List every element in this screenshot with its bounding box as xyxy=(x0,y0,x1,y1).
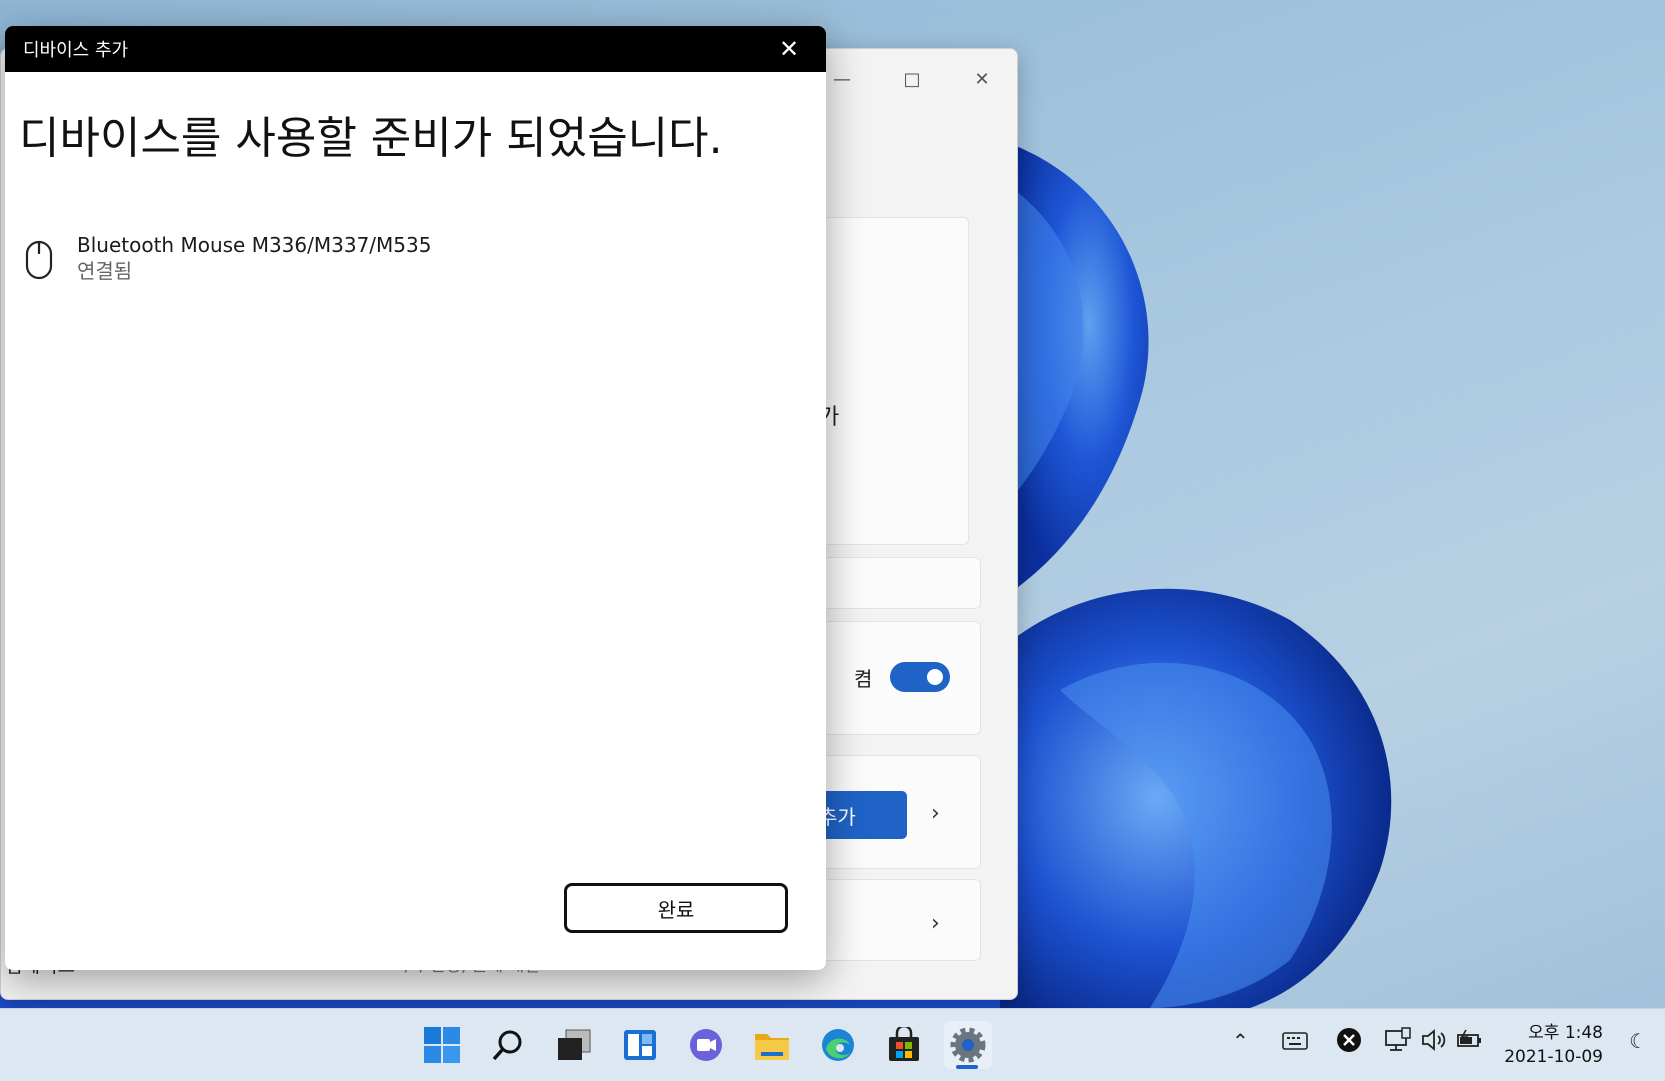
chevron-right-icon[interactable]: › xyxy=(931,911,940,936)
dialog-title: 디바이스 추가 xyxy=(23,40,129,61)
chevron-right-icon[interactable]: › xyxy=(931,801,940,826)
taskbar-clock[interactable]: 오후 1:48 2021-10-09 xyxy=(1504,1021,1603,1069)
file-explorer-icon[interactable] xyxy=(748,1021,796,1069)
add-device-dialog: 디바이스 추가 ✕ 디바이스를 사용할 준비가 되었습니다. Bluetooth… xyxy=(5,26,826,970)
maximize-icon[interactable]: □ xyxy=(877,61,947,97)
chat-icon[interactable] xyxy=(682,1021,730,1069)
bluetooth-toggle-label: 켬 xyxy=(854,667,873,691)
window-controls: — □ ✕ xyxy=(807,61,1017,97)
battery-icon[interactable] xyxy=(1456,1027,1484,1058)
network-icon[interactable] xyxy=(1384,1027,1412,1058)
widgets-icon[interactable] xyxy=(616,1021,664,1069)
clock-time: 오후 1:48 xyxy=(1528,1023,1603,1043)
device-status: 연결됨 xyxy=(77,259,133,283)
dialog-heading: 디바이스를 사용할 준비가 되었습니다. xyxy=(19,113,723,164)
focus-assist-moon-icon[interactable]: ☾ xyxy=(1629,1029,1647,1053)
keyboard-icon[interactable] xyxy=(1282,1031,1308,1055)
device-list-item[interactable]: Bluetooth Mouse M336/M337/M535 연결됨 xyxy=(25,232,431,284)
close-icon[interactable]: ✕ xyxy=(947,61,1017,97)
bluetooth-toggle[interactable] xyxy=(890,662,950,692)
close-icon[interactable]: ✕ xyxy=(774,34,804,64)
store-icon[interactable] xyxy=(880,1021,928,1069)
volume-icon[interactable] xyxy=(1420,1027,1448,1058)
clock-date: 2021-10-09 xyxy=(1504,1047,1603,1067)
done-button[interactable]: 완료 xyxy=(564,883,788,933)
edge-icon[interactable] xyxy=(814,1021,862,1069)
task-view-icon[interactable] xyxy=(550,1021,598,1069)
search-icon[interactable] xyxy=(484,1021,532,1069)
app-close-circle-icon[interactable] xyxy=(1336,1027,1362,1058)
device-name: Bluetooth Mouse M336/M337/M535 xyxy=(77,233,432,257)
show-hidden-icons-icon[interactable]: ⌃ xyxy=(1232,1029,1249,1053)
dialog-titlebar: 디바이스 추가 ✕ xyxy=(5,26,826,72)
settings-icon[interactable] xyxy=(944,1021,992,1069)
taskbar: ⌃ 오후 1:48 2021-10-09 ☾ xyxy=(0,1008,1665,1081)
mouse-icon xyxy=(25,240,53,280)
device-info: Bluetooth Mouse M336/M337/M535 연결됨 xyxy=(77,232,431,284)
active-app-indicator xyxy=(956,1065,978,1069)
windows-start-icon[interactable] xyxy=(418,1021,466,1069)
